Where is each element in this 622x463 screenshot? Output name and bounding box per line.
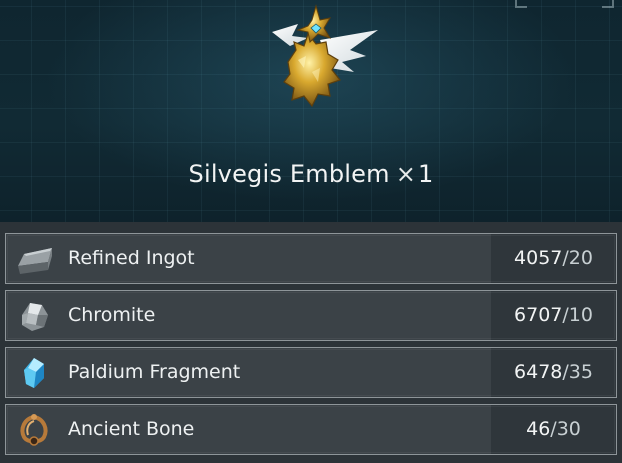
materials-list: Refined Ingot 4057/20 Chromite 6707/10 P… bbox=[0, 222, 622, 463]
owned-count: 6478 bbox=[514, 361, 563, 383]
owned-count: 6707 bbox=[514, 304, 563, 326]
material-count: 6478/35 bbox=[491, 348, 616, 397]
material-name: Ancient Bone bbox=[68, 418, 195, 440]
chromite-ore-icon bbox=[22, 303, 48, 331]
frame-corner-left bbox=[515, 0, 527, 8]
material-row-ancient-bone: Ancient Bone 46/30 bbox=[5, 404, 617, 455]
owned-count: 4057 bbox=[514, 247, 563, 269]
material-row-chromite: Chromite 6707/10 bbox=[5, 290, 617, 341]
owned-count: 46 bbox=[526, 418, 551, 440]
material-row-refined-ingot: Refined Ingot 4057/20 bbox=[5, 233, 617, 284]
material-count: 4057/20 bbox=[491, 234, 616, 283]
material-name: Refined Ingot bbox=[68, 247, 195, 269]
material-name: Chromite bbox=[68, 304, 156, 326]
required-count: 20 bbox=[568, 247, 593, 269]
ingot-icon bbox=[18, 248, 52, 274]
required-count: 10 bbox=[568, 304, 593, 326]
required-count: 35 bbox=[568, 361, 593, 383]
ancient-bone-icon bbox=[20, 414, 48, 446]
item-quantity: 1 bbox=[418, 160, 434, 188]
material-row-paldium-fragment: Paldium Fragment 6478/35 bbox=[5, 347, 617, 398]
material-count: 46/30 bbox=[491, 405, 616, 454]
material-name: Paldium Fragment bbox=[68, 361, 241, 383]
required-count: 30 bbox=[556, 418, 581, 440]
golden-emblem-icon bbox=[272, 4, 378, 108]
item-name: Silvegis Emblem bbox=[188, 160, 390, 188]
paldium-crystal-icon bbox=[24, 358, 44, 388]
item-title: Silvegis Emblem ×1 bbox=[0, 160, 622, 188]
frame-corner-right bbox=[602, 0, 614, 8]
multiplier-symbol: × bbox=[395, 160, 416, 188]
material-count: 6707/10 bbox=[491, 291, 616, 340]
item-header: Silvegis Emblem ×1 bbox=[0, 0, 622, 224]
